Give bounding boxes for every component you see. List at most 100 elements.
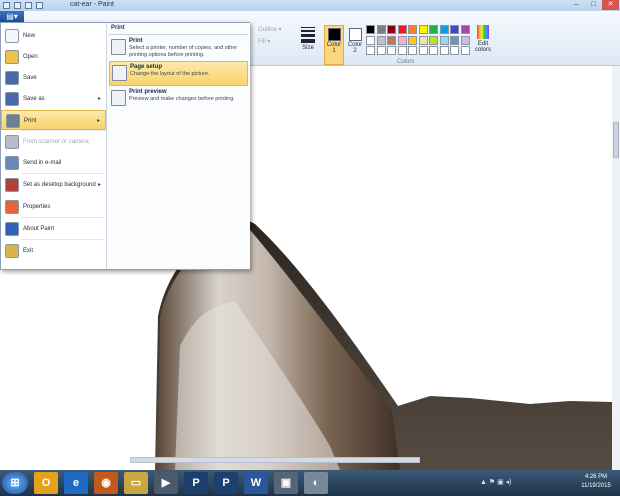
palette-swatch[interactable] [429, 35, 438, 45]
palette-swatch[interactable] [366, 25, 375, 34]
palette-swatch[interactable] [460, 35, 470, 45]
checkmark-icon [5, 200, 19, 214]
start-button[interactable]: ⊞ [2, 472, 28, 494]
file-menu-item-save[interactable]: Save [1, 68, 106, 88]
clock-time: 4:26 PM [584, 474, 608, 480]
palette-swatch[interactable] [439, 46, 449, 55]
file-menu-item-label: Exit [23, 248, 34, 254]
palette-swatch[interactable] [376, 25, 386, 34]
palette-swatch[interactable] [408, 46, 417, 55]
color2-label: Color 2 [347, 42, 363, 54]
file-menu-button[interactable]: ▤▾ [0, 11, 24, 22]
taskbar-firefox-icon[interactable]: ◉ [94, 472, 118, 494]
maximize-button[interactable]: □ [585, 0, 602, 10]
clock[interactable]: 4:26 PM 11/19/2015 [576, 473, 616, 491]
desktop-background-icon [5, 178, 19, 192]
redo-icon[interactable] [36, 2, 43, 9]
palette-swatch[interactable] [439, 35, 449, 45]
file-menu-item-open[interactable]: Open [1, 47, 106, 67]
horizontal-scroll-thumb[interactable] [130, 457, 420, 463]
file-menu: New Open Save Save as ▸ Print ▸ From scanner or… [0, 22, 250, 270]
palette-swatch[interactable] [450, 25, 459, 34]
file-menu-item-properties[interactable]: Properties [1, 197, 106, 217]
fill-dropdown[interactable]: Fill ▾ [258, 38, 270, 45]
palette-swatch[interactable] [387, 35, 396, 45]
palette-swatch[interactable] [450, 46, 459, 55]
close-button[interactable]: ✕ [602, 0, 619, 10]
edit-colors-label: Edit colors [474, 41, 491, 53]
vertical-scroll-thumb[interactable] [613, 122, 619, 158]
submenu-print[interactable]: Print Select a printer, number of copies… [109, 36, 248, 61]
edit-colors-icon [477, 25, 489, 39]
file-menu-item-set-as-desktop-background[interactable]: Set as desktop background ▸ [1, 175, 106, 195]
palette-swatch[interactable] [439, 25, 449, 34]
print-preview-icon [111, 90, 126, 106]
scanner-icon [5, 135, 19, 149]
taskbar-media-player-icon[interactable]: ▶ [154, 472, 178, 494]
palette-swatch[interactable] [376, 35, 386, 45]
palette-swatch[interactable] [366, 46, 375, 55]
palette-swatch[interactable] [429, 46, 438, 55]
file-menu-item-exit[interactable]: Exit [1, 241, 106, 261]
system-tray[interactable]: ▲ ⚑ ▣ ◂) [480, 478, 512, 486]
file-menu-item-send-in-e-mail[interactable]: Send in e-mail [1, 153, 106, 173]
file-menu-item-label: About Paint [23, 226, 55, 232]
palette-swatch[interactable] [397, 46, 407, 55]
vertical-scrollbar[interactable] [612, 66, 620, 470]
palette-swatch[interactable] [376, 46, 386, 55]
taskbar-file-explorer-icon[interactable]: ▭ [124, 472, 148, 494]
palette-swatch[interactable] [418, 46, 428, 55]
size-label: Size [302, 45, 314, 51]
color1-button[interactable]: Color 1 [324, 25, 344, 65]
palette-swatch[interactable] [366, 35, 375, 45]
window-title: cat-ear - Paint [70, 1, 114, 8]
palette-swatch[interactable] [450, 35, 459, 45]
line-size-icon [297, 27, 319, 43]
paint-window: cat-ear - Paint – □ ✕ ▤▾ Outline ▾ Fill … [0, 0, 620, 496]
palette-swatch[interactable] [408, 35, 417, 45]
printer-icon [6, 114, 20, 128]
submenu-print-preview-title: Print preview [129, 89, 167, 95]
exit-icon [5, 244, 19, 258]
title-bar: cat-ear - Paint – □ ✕ [0, 0, 620, 11]
file-menu-item-about-paint[interactable]: About Paint [1, 219, 106, 239]
file-menu-item-new[interactable]: New [1, 26, 106, 46]
file-menu-item-from-scanner-or-camera[interactable]: From scanner or camera [1, 132, 106, 152]
edit-colors-button[interactable]: Edit colors [474, 25, 492, 53]
submenu-print-preview[interactable]: Print preview Preview and make changes b… [109, 87, 248, 112]
file-menu-item-label: Open [23, 54, 38, 60]
minimize-button[interactable]: – [568, 0, 585, 10]
palette-swatch[interactable] [408, 25, 417, 34]
palette-swatch[interactable] [387, 25, 396, 34]
open-folder-icon [5, 50, 19, 64]
size-button[interactable]: Size [297, 25, 319, 67]
file-menu-item-save-as[interactable]: Save as ▸ [1, 89, 106, 109]
submenu-arrow-icon: ▸ [97, 96, 101, 102]
menu-separator [21, 217, 105, 218]
palette-swatch[interactable] [418, 25, 428, 34]
taskbar-publisher-icon[interactable]: P [214, 472, 238, 494]
file-menu-item-print[interactable]: Print ▸ [1, 110, 106, 130]
outline-dropdown[interactable]: Outline ▾ [258, 26, 282, 33]
file-menu-item-label: Print [24, 118, 37, 124]
undo-icon[interactable] [25, 2, 32, 9]
taskbar-publisher-icon[interactable]: P [184, 472, 208, 494]
palette-swatch[interactable] [460, 25, 470, 34]
submenu-print-desc: Select a printer, number of copies, and … [129, 45, 238, 58]
palette-swatch[interactable] [418, 35, 428, 45]
taskbar-chrome-icon[interactable]: ◐ [304, 472, 328, 494]
palette-swatch[interactable] [397, 25, 407, 34]
palette-swatch[interactable] [460, 46, 470, 55]
color2-button[interactable]: Color 2 [345, 25, 365, 65]
taskbar-internet-explorer-icon[interactable]: e [64, 472, 88, 494]
palette-swatch[interactable] [429, 25, 438, 34]
quick-save-icon[interactable] [14, 2, 21, 9]
file-menu-item-label: Save [23, 75, 37, 81]
taskbar-outlook-icon[interactable]: O [34, 472, 58, 494]
taskbar-word-icon[interactable]: W [244, 472, 268, 494]
palette-swatch[interactable] [397, 35, 407, 45]
taskbar-paint-app-icon[interactable]: ▣ [274, 472, 298, 494]
menu-separator [21, 173, 105, 174]
palette-swatch[interactable] [387, 46, 396, 55]
submenu-page-setup[interactable]: Page setup Change the layout of the pict… [109, 61, 248, 86]
